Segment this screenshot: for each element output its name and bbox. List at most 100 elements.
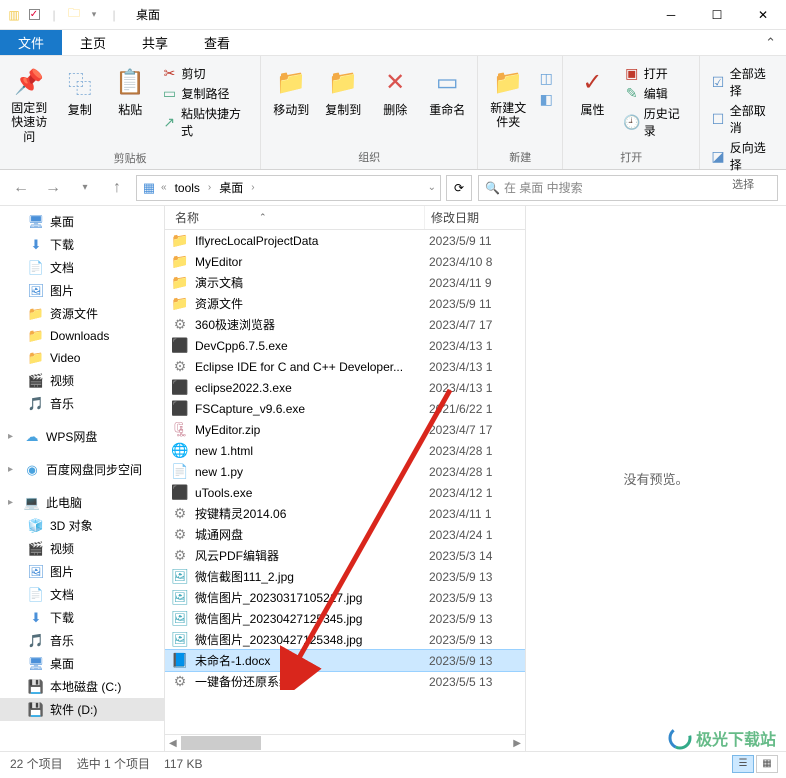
file-row[interactable]: ⚙风云PDF编辑器2023/5/3 14 (165, 545, 525, 566)
sidebar-item[interactable]: 🖥桌面 (0, 210, 164, 233)
icons-view-button[interactable]: ▦ (756, 755, 778, 773)
search-input[interactable]: 🔍 在 桌面 中搜索 (478, 175, 778, 201)
file-row[interactable]: 📘未命名-1.docx2023/5/9 13 (165, 650, 525, 671)
jpg-icon: 🖼 (171, 631, 189, 649)
divider: | (106, 7, 122, 23)
file-date: 2023/4/13 1 (429, 381, 492, 395)
file-row[interactable]: ⚙360极速浏览器2023/4/7 17 (165, 314, 525, 335)
sidebar-item[interactable]: 📄文档 (0, 256, 164, 279)
file-row[interactable]: 🖼微信截图111_2.jpg2023/5/9 13 (165, 566, 525, 587)
file-row[interactable]: 📁演示文稿2023/4/11 9 (165, 272, 525, 293)
recent-dropdown[interactable]: ▾ (72, 175, 98, 201)
sidebar-item[interactable]: 🎵音乐 (0, 392, 164, 415)
chevron-down-icon[interactable]: ▾ (86, 7, 102, 23)
sidebar-item-label: WPS网盘 (46, 428, 97, 445)
paste-shortcut-button[interactable]: ↗粘贴快捷方式 (158, 104, 255, 140)
pin-quick-access-button[interactable]: 📌 固定到快速访问 (6, 62, 53, 148)
sidebar-item[interactable]: ⬇下载 (0, 233, 164, 256)
column-date-header[interactable]: 修改日期 (425, 206, 515, 229)
breadcrumb-seg[interactable]: 桌面 (215, 179, 247, 196)
rename-button[interactable]: ▭ 重命名 (423, 62, 471, 122)
sidebar-item[interactable]: ▸☁WPS网盘 (0, 425, 164, 448)
sidebar-item[interactable]: 🎬视频 (0, 369, 164, 392)
file-row[interactable]: 🖼微信图片_20230427125348.jpg2023/5/9 13 (165, 629, 525, 650)
sidebar-item[interactable]: 🧊3D 对象 (0, 514, 164, 537)
file-row[interactable]: ⬛DevCpp6.7.5.exe2023/4/13 1 (165, 335, 525, 356)
file-row[interactable]: ⚙Eclipse IDE for C and C++ Developer...2… (165, 356, 525, 377)
file-row[interactable]: ⬛uTools.exe2023/4/12 1 (165, 482, 525, 503)
sidebar-item[interactable]: 💾本地磁盘 (C:) (0, 675, 164, 698)
sidebar-item[interactable]: 🖼图片 (0, 560, 164, 583)
file-row[interactable]: ⚙一键备份还原系统2023/5/5 13 (165, 671, 525, 692)
column-name-header[interactable]: 名称⌃ (165, 206, 425, 229)
file-row[interactable]: 🖼微信图片_20230317105217.jpg2023/5/9 13 (165, 587, 525, 608)
select-all-button[interactable]: ☑全部选择 (706, 64, 780, 100)
ribbon-expand-button[interactable]: ⌃ (755, 30, 786, 55)
sidebar-item[interactable]: 📄文档 (0, 583, 164, 606)
file-row[interactable]: ⚙按键精灵2014.062023/4/11 1 (165, 503, 525, 524)
breadcrumb-seg[interactable]: tools (171, 181, 204, 195)
select-invert-button[interactable]: ◪反向选择 (706, 138, 780, 174)
address-bar[interactable]: ▦ « tools › 桌面 › ⌄ (136, 175, 441, 201)
move-to-button[interactable]: 📁 移动到 (267, 62, 315, 122)
file-row[interactable]: ⚙城通网盘2023/4/24 1 (165, 524, 525, 545)
sidebar-item[interactable]: ▸💻此电脑 (0, 491, 164, 514)
file-row[interactable]: 📁IflyrecLocalProjectData2023/5/9 11 (165, 230, 525, 251)
maximize-button[interactable]: ☐ (694, 0, 740, 30)
file-name: 微信图片_20230317105217.jpg (195, 589, 429, 606)
file-name: 一键备份还原系统 (195, 673, 429, 690)
up-button[interactable]: ↑ (104, 175, 130, 201)
easy-access-icon[interactable]: ◧ (536, 89, 556, 109)
pc-icon: 💻 (24, 495, 40, 511)
address-dropdown[interactable]: ⌄ (428, 182, 436, 193)
sidebar-item[interactable]: 🎵音乐 (0, 629, 164, 652)
forward-button[interactable]: → (40, 175, 66, 201)
edit-button[interactable]: ✎编辑 (620, 84, 694, 103)
file-row[interactable]: 📁MyEditor2023/4/10 8 (165, 251, 525, 272)
tab-file[interactable]: 文件 (0, 30, 62, 55)
select-none-button[interactable]: ☐全部取消 (706, 101, 780, 137)
selall-icon: ☑ (710, 74, 725, 90)
history-button[interactable]: 🕘历史记录 (620, 104, 694, 140)
window-title: 桌面 (128, 6, 648, 23)
paste-button[interactable]: 📋 粘贴 (107, 62, 154, 122)
tab-view[interactable]: 查看 (186, 30, 248, 55)
sidebar-item[interactable]: 📁Video (0, 347, 164, 369)
sidebar-item[interactable]: 💾软件 (D:) (0, 698, 164, 721)
cut-button[interactable]: ✂剪切 (158, 64, 255, 83)
file-row[interactable]: ⬛FSCapture_v9.6.exe2021/6/22 1 (165, 398, 525, 419)
copy-path-button[interactable]: ▭复制路径 (158, 84, 255, 103)
close-button[interactable]: ✕ (740, 0, 786, 30)
properties-button[interactable]: ✓ 属性 (569, 62, 616, 122)
file-row[interactable]: 🗜MyEditor.zip2023/4/7 17 (165, 419, 525, 440)
file-name: eclipse2022.3.exe (195, 381, 429, 395)
file-row[interactable]: ⬛eclipse2022.3.exe2023/4/13 1 (165, 377, 525, 398)
tab-share[interactable]: 共享 (124, 30, 186, 55)
new-item-icon[interactable]: ◫ (536, 68, 556, 88)
horizontal-scrollbar[interactable]: ◀ ▶ (165, 734, 525, 751)
details-view-button[interactable]: ☰ (732, 755, 754, 773)
copy-to-button[interactable]: 📁 复制到 (319, 62, 367, 122)
sidebar-item[interactable]: 📁资源文件 (0, 302, 164, 325)
file-row[interactable]: 📄new 1.py2023/4/28 1 (165, 461, 525, 482)
copy-button[interactable]: ⿻ 复制 (57, 62, 104, 122)
back-button[interactable]: ← (8, 175, 34, 201)
new-folder-button[interactable]: 📁 新建文件夹 (484, 62, 532, 134)
sidebar-item[interactable]: 🖼图片 (0, 279, 164, 302)
refresh-button[interactable]: ⟳ (446, 175, 472, 201)
file-date: 2021/6/22 1 (429, 402, 492, 416)
sidebar-item[interactable]: 🎬视频 (0, 537, 164, 560)
file-row[interactable]: 📁资源文件2023/5/9 11 (165, 293, 525, 314)
sidebar-item[interactable]: ▸◉百度网盘同步空间 (0, 458, 164, 481)
minimize-button[interactable]: ─ (648, 0, 694, 30)
tab-home[interactable]: 主页 (62, 30, 124, 55)
delete-button[interactable]: ✕ 删除 (371, 62, 419, 122)
sidebar-item[interactable]: 📁Downloads (0, 325, 164, 347)
sidebar-item[interactable]: ⬇下载 (0, 606, 164, 629)
checkbox-icon[interactable]: ✓ (26, 7, 42, 23)
sidebar-item[interactable]: 🖥桌面 (0, 652, 164, 675)
file-row[interactable]: 🌐new 1.html2023/4/28 1 (165, 440, 525, 461)
sidebar-item-label: 下载 (50, 236, 74, 253)
open-button[interactable]: ▣打开 (620, 64, 694, 83)
file-row[interactable]: 🖼微信图片_20230427125345.jpg2023/5/9 13 (165, 608, 525, 629)
